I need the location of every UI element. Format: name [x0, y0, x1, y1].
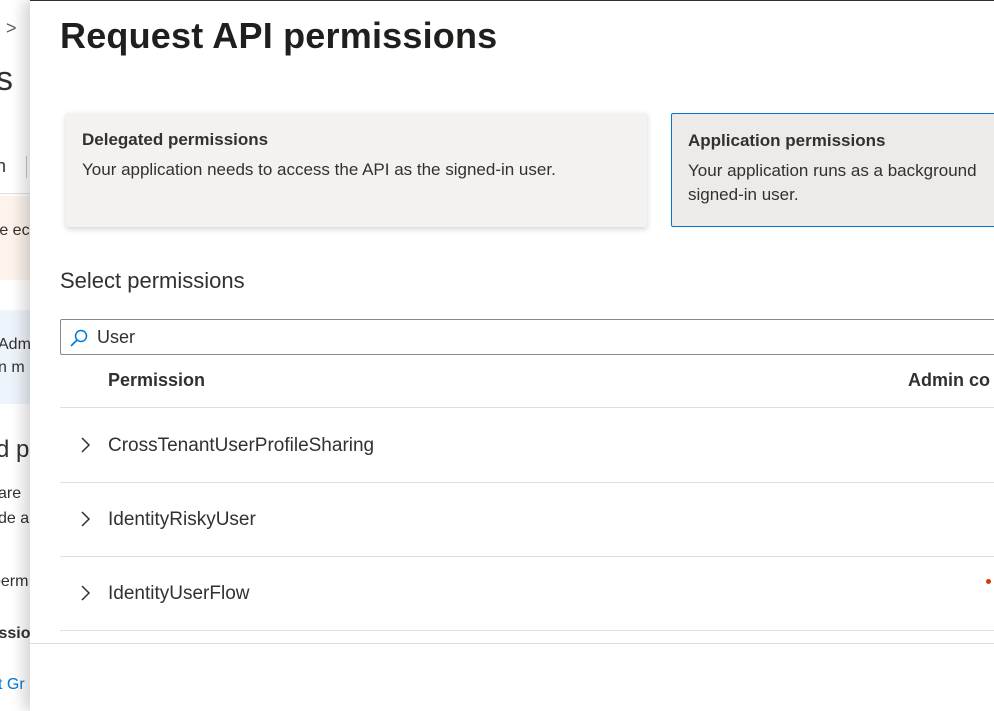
permission-group-row[interactable]: IdentityRiskyUser — [60, 483, 994, 557]
application-permissions-description-line1: Your application runs as a background — [688, 161, 977, 180]
application-permissions-description-line2: signed-in user. — [688, 185, 799, 204]
delegated-permissions-description: Your application needs to access the API… — [82, 160, 556, 179]
permission-group-row[interactable]: CrossTenantUserProfileSharing — [60, 409, 994, 483]
background-section-heading: d p — [0, 436, 30, 463]
chevron-right-icon[interactable] — [78, 435, 92, 455]
permission-column-header[interactable]: Permission — [108, 370, 205, 391]
background-info-text-line1: Adm — [0, 336, 31, 353]
admin-consent-column-header[interactable]: Admin co — [908, 370, 990, 391]
background-paragraph-line1: are — [0, 485, 22, 502]
panel-title: Request API permissions — [60, 15, 498, 56]
background-warning-text: re ec — [0, 222, 30, 239]
header-divider — [60, 407, 994, 408]
select-permissions-heading: Select permissions — [60, 268, 245, 293]
background-paragraph-line2: de a — [0, 510, 30, 527]
permission-group-label: IdentityUserFlow — [108, 583, 250, 604]
warning-indicator-dot — [986, 579, 991, 584]
background-page-title: s — [0, 60, 13, 98]
breadcrumb-chevron-icon[interactable]: > — [6, 18, 17, 39]
chevron-right-icon[interactable] — [78, 583, 92, 603]
background-bold-label: issio — [0, 625, 31, 642]
delegated-permissions-title: Delegated permissions — [82, 130, 269, 149]
permission-group-label: CrossTenantUserProfileSharing — [108, 435, 375, 456]
chevron-right-icon[interactable] — [78, 509, 92, 529]
background-tab-separator — [26, 156, 27, 178]
delegated-permissions-card[interactable]: Delegated permissions Your application n… — [66, 113, 647, 227]
application-permissions-card[interactable]: Application permissions Your application… — [671, 113, 994, 227]
background-info-text-line2: n m — [0, 359, 25, 376]
search-icon — [70, 329, 88, 347]
footer-divider — [30, 643, 994, 644]
permission-group-label: IdentityRiskyUser — [108, 509, 256, 530]
request-api-permissions-panel: Request API permissions Delegated permis… — [30, 0, 994, 711]
permission-group-row[interactable]: IdentityUserFlow — [60, 557, 994, 631]
permissions-search-box[interactable] — [60, 319, 994, 355]
background-permissions-label: perm — [0, 573, 29, 590]
application-permissions-title: Application permissions — [688, 131, 886, 150]
background-link[interactable]: t Gr — [0, 676, 25, 694]
search-input[interactable] — [97, 320, 977, 354]
background-tab[interactable]: n — [0, 156, 6, 177]
